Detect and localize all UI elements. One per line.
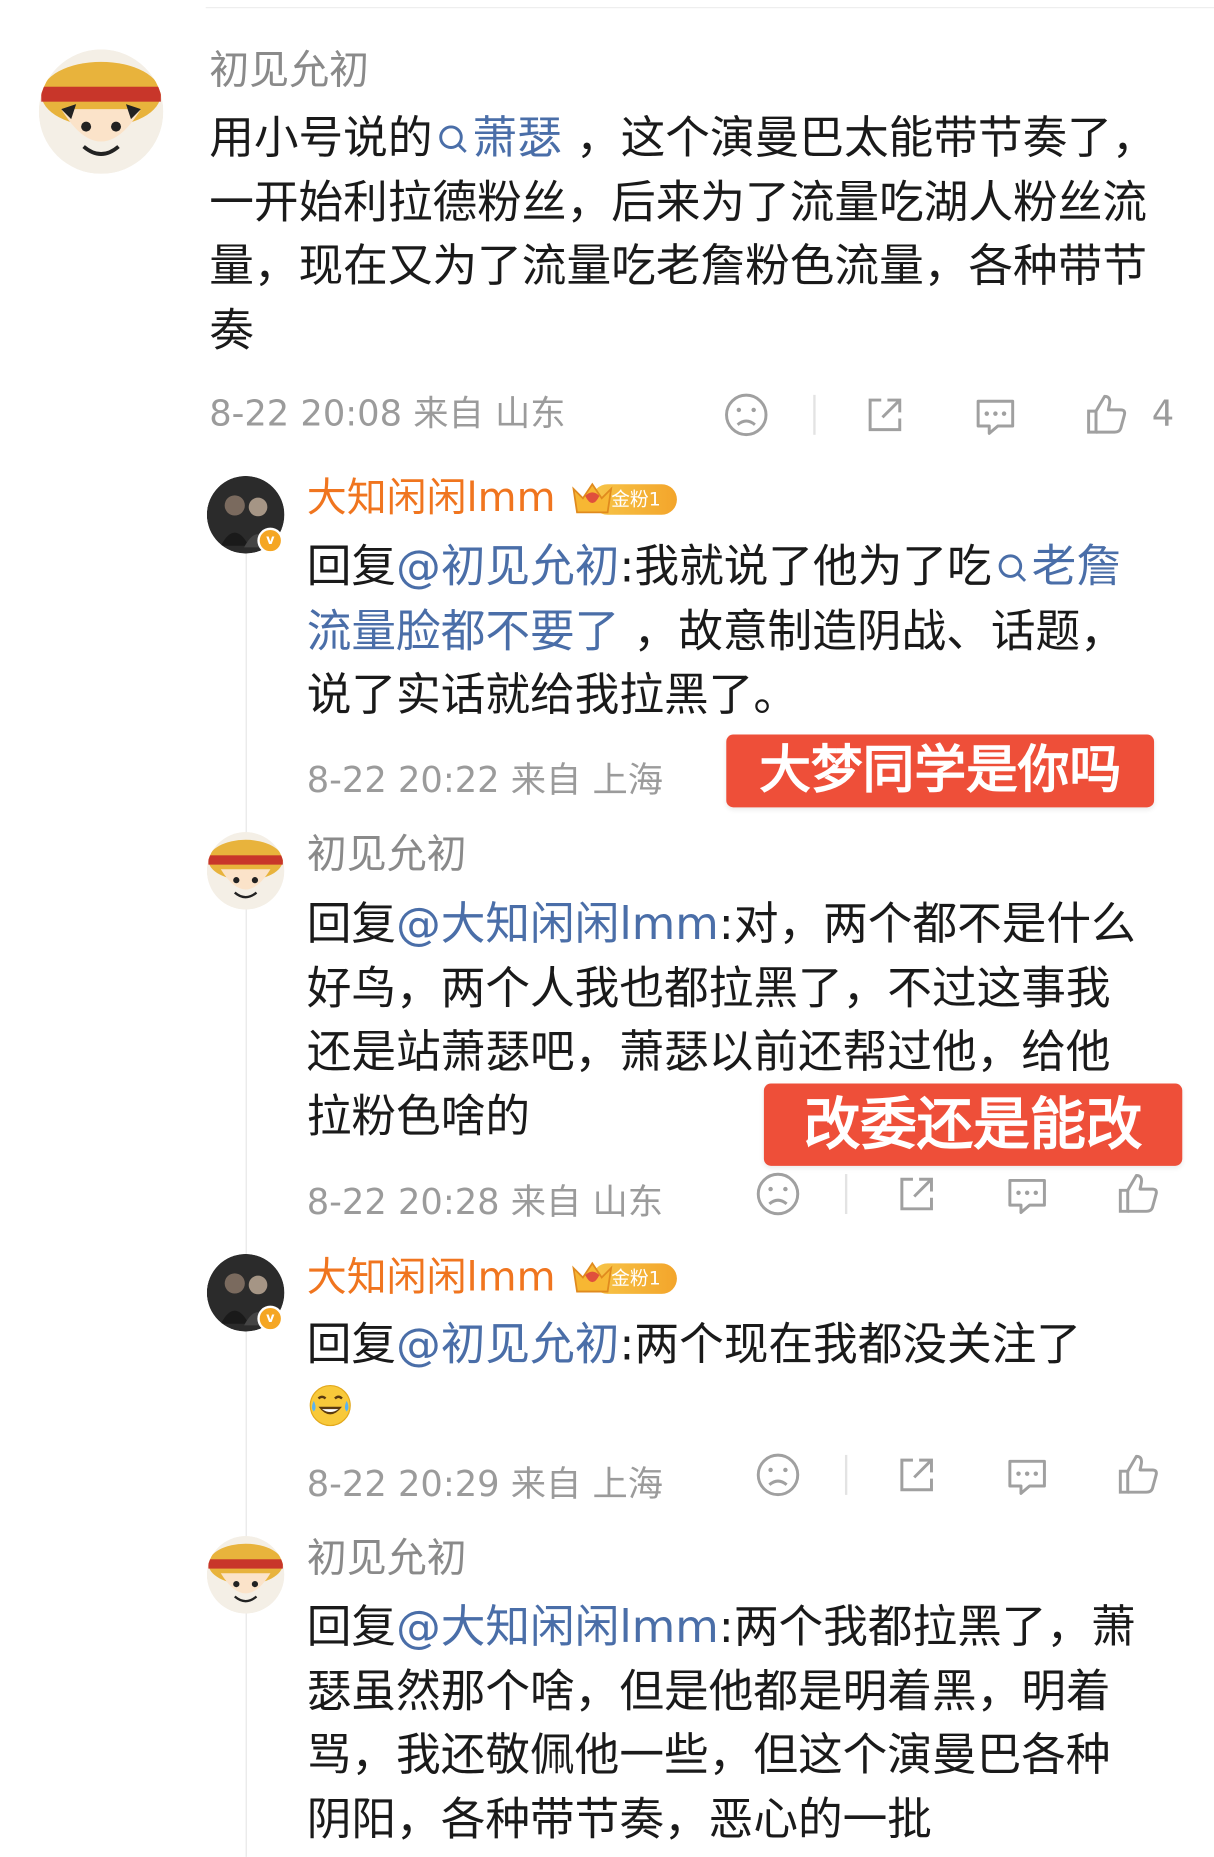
username[interactable]: 初见允初 [209,47,369,94]
overlay-caption-sticker: 大梦同学是你吗 [726,734,1155,808]
reply-prefix: 回复 [306,1600,397,1653]
username[interactable]: 初见允初 [307,1535,467,1582]
dislike-face-icon[interactable] [753,1450,802,1499]
topic-link-text: 萧瑟 [472,111,562,164]
crown-icon [572,482,613,514]
crown-icon [572,1261,613,1293]
comment-meta: 8-22 20:29 来自 上海 [307,1464,663,1506]
reply-text: 回复@初见允初:两个现在我都没关注了 [307,1313,1165,1377]
thumbs-up-icon[interactable] [1081,390,1130,439]
username[interactable]: 大知闲闲lmm [307,475,556,522]
thumbs-up-icon[interactable] [1113,1450,1162,1499]
mention-link[interactable]: @初见允初 [396,541,619,593]
fan-level-badge: 金粉1 [569,1256,677,1298]
comment-text-part: :两个现在我都没关注了 [619,1318,1082,1371]
action-bar: 4 [722,390,1192,442]
thumbs-up-icon[interactable] [1113,1169,1162,1218]
location: 来自 上海 [510,1464,664,1506]
timestamp: 8-22 20:29 [306,1464,500,1506]
dislike-face-icon[interactable] [753,1169,802,1218]
share-icon[interactable] [860,390,909,439]
topic-link[interactable]: 萧瑟 [432,111,562,164]
tears-of-joy-emoji [309,1384,351,1427]
username[interactable]: 大知闲闲lmm [307,1254,556,1301]
straw-hat-avatar-image [206,832,285,910]
timestamp: 8-22 20:28 [306,1182,500,1224]
location: 来自 上海 [510,760,664,802]
comment-icon[interactable] [1002,1169,1051,1218]
straw-hat-avatar-image [38,49,164,174]
overlay-caption-sticker: 改委还是能改 [763,1083,1183,1166]
reply-prefix: 回复 [306,897,397,950]
share-icon[interactable] [892,1450,941,1499]
fan-level-badge: 金粉1 [569,477,677,519]
verified-badge-icon: v [257,527,284,554]
avatar[interactable] [206,1536,285,1614]
comment-meta: 8-22 20:22 来自 上海 [307,760,663,802]
divider [844,1174,848,1215]
comment-meta: 8-22 20:08 来自 山东 [209,394,565,436]
search-icon [998,554,1026,582]
comment-icon[interactable] [971,390,1020,439]
divider [205,7,1214,9]
timestamp: 8-22 20:08 [209,393,403,435]
verified-badge-icon: v [257,1305,284,1332]
share-icon[interactable] [892,1169,941,1218]
timestamp: 8-22 20:22 [306,760,500,802]
avatar[interactable] [38,49,164,174]
search-icon [439,125,467,153]
action-bar [753,1169,1176,1221]
username[interactable]: 初见允初 [307,831,467,878]
avatar[interactable] [206,832,285,910]
reply-prefix: 回复 [306,1318,397,1371]
dislike-face-icon[interactable] [722,390,771,439]
comment-text: 用小号说的 萧瑟 ，这个演曼巴太能带节奏了，一开始利拉德粉丝，后来为了流量吃湖人粉… [209,106,1161,362]
mention-link[interactable]: @大知闲闲lmm [396,1601,719,1653]
mention-link[interactable]: @大知闲闲lmm [396,898,719,950]
reply-text: 回复@大知闲闲lmm:两个我都拉黑了，萧瑟虽然那个啥，但是他都是明着黑，明着骂，… [307,1595,1153,1851]
comment-text-part: 用小号说的 [209,111,433,164]
action-bar [753,1450,1176,1502]
like-count: 4 [1151,393,1175,435]
location: 来自 山东 [510,1182,664,1224]
divider [844,1454,848,1495]
straw-hat-avatar-image [206,1536,285,1614]
reply-prefix: 回复 [306,540,397,593]
location: 来自 山东 [413,393,566,435]
comment-text-part: :我就说了他为了吃 [619,540,992,593]
reply-text: 回复@初见允初:我就说了他为了吃 老詹流量脸都不要了 ，故意制造阴战、话题，说了实… [307,535,1165,727]
comment-thread: 初见允初 用小号说的 萧瑟 ，这个演曼巴太能带节奏了，一开始利拉德粉丝，后来为了流… [0,0,1214,1857]
thread-connector-line [245,528,247,1857]
mention-link[interactable]: @初见允初 [396,1319,619,1371]
comment-meta: 8-22 20:28 来自 山东 [307,1182,663,1224]
comment-icon[interactable] [1002,1450,1051,1499]
divider [813,394,816,435]
